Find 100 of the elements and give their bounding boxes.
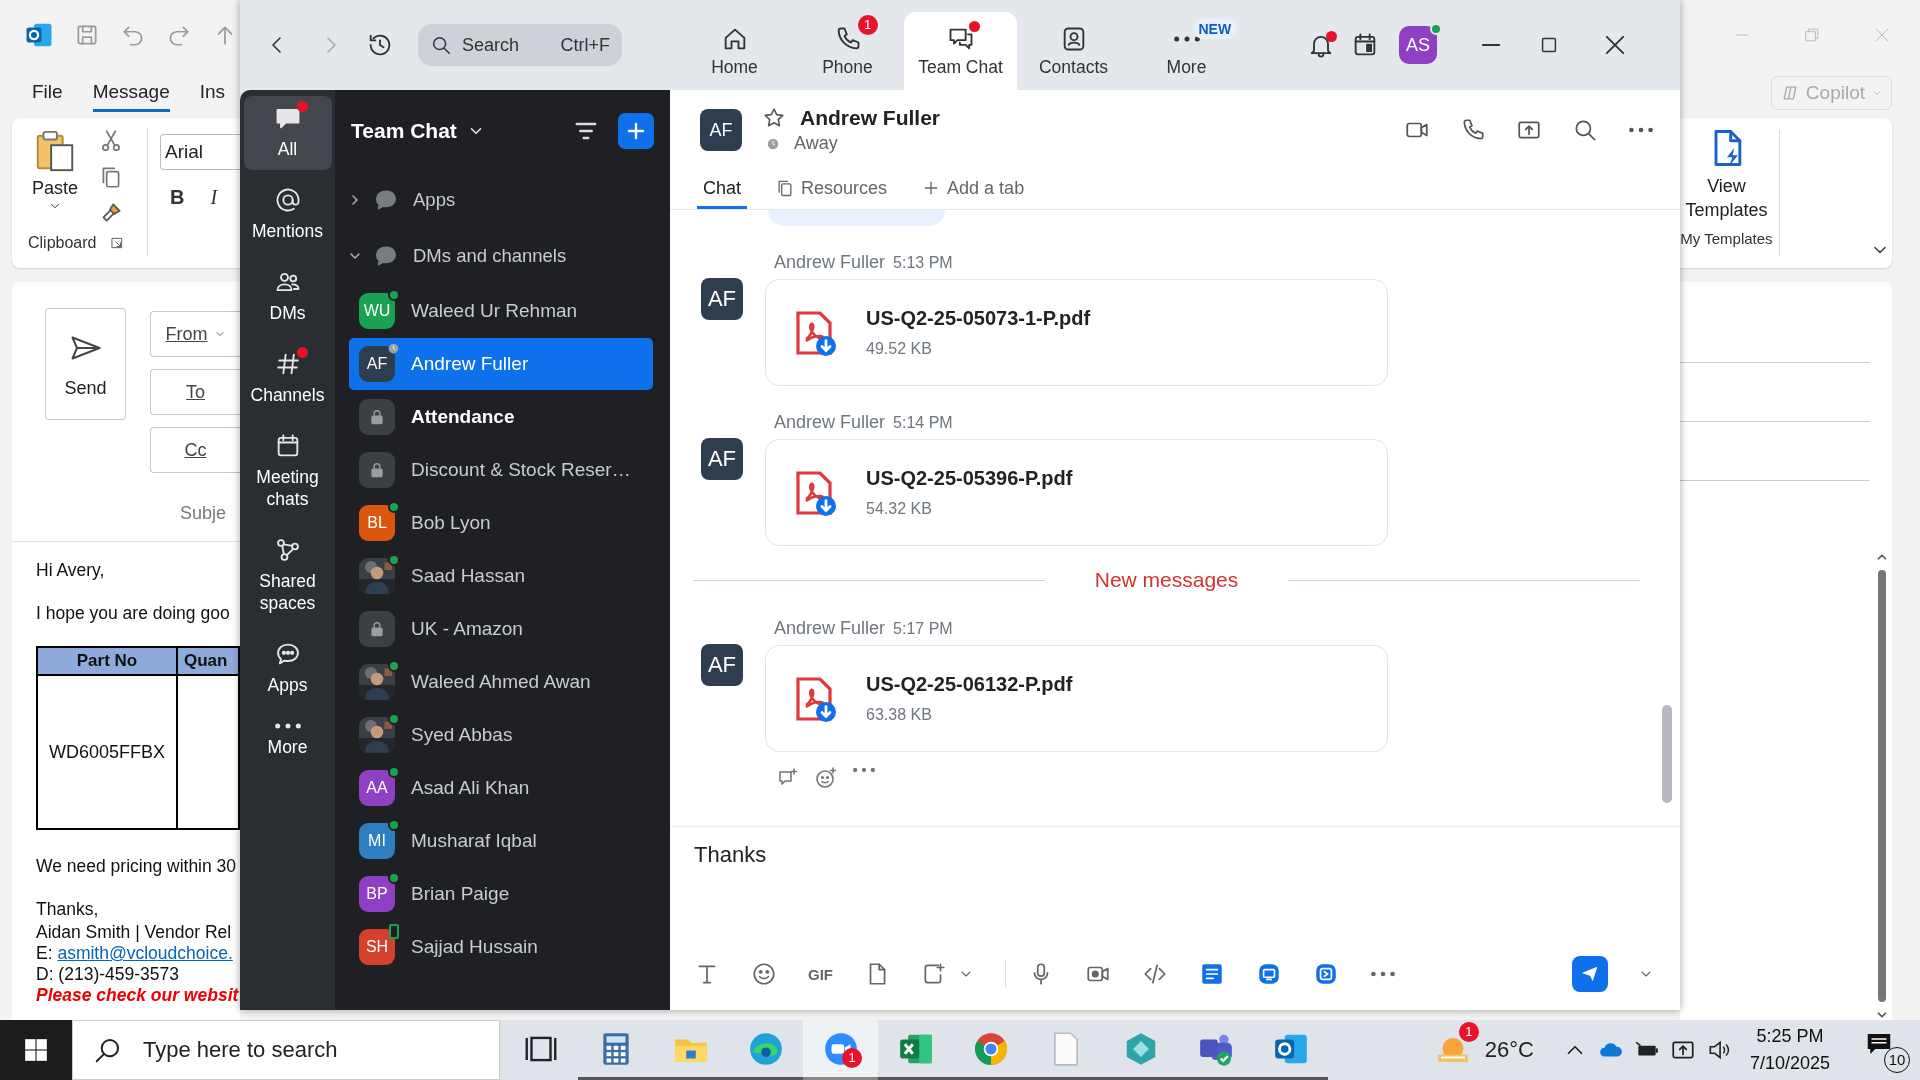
- screenshot-icon[interactable]: [921, 961, 947, 987]
- signature-line: E: asmith@vcloudchoice.: [36, 943, 234, 964]
- chat-list-item[interactable]: Discount & Stock Reser…: [349, 444, 653, 496]
- sidebar-item[interactable]: More: [243, 714, 332, 768]
- column-header: Part No: [37, 647, 177, 675]
- scrollbar-thumb[interactable]: [1662, 705, 1672, 803]
- body-text: I hope you are doing goo: [36, 603, 231, 624]
- avatar: BL: [359, 505, 395, 541]
- sidebar-item[interactable]: Mentions: [243, 178, 332, 252]
- add-reaction-icon[interactable]: [814, 766, 838, 790]
- more-icon[interactable]: [852, 766, 876, 774]
- file-name: US-Q2-25-05396-P.pdf: [866, 467, 1073, 490]
- body-text: Thanks,: [36, 899, 100, 920]
- sidebar-item[interactable]: Meeting chats: [243, 424, 332, 520]
- dialog-launcher-icon[interactable]: [110, 236, 125, 250]
- taskbar-app[interactable]: 1: [803, 1020, 878, 1080]
- file-size: 54.32 KB: [866, 500, 933, 518]
- search-icon[interactable]: [1572, 117, 1598, 143]
- video-clip-icon[interactable]: [1313, 961, 1339, 987]
- column-header: Quan: [177, 647, 239, 675]
- sidebar-item[interactable]: Apps: [243, 632, 332, 706]
- chat-list-item[interactable]: BP Brian Paige: [349, 868, 653, 920]
- send-button[interactable]: [1572, 956, 1608, 992]
- avatar: BP: [359, 876, 395, 912]
- start-button[interactable]: [0, 1020, 72, 1080]
- chat-list-item[interactable]: BL Bob Lyon: [349, 497, 653, 549]
- chat-list-item[interactable]: Saad Hassan: [349, 550, 653, 602]
- new-chat-button[interactable]: [618, 113, 654, 149]
- count-badge: 1: [1458, 1022, 1479, 1042]
- file-name: US-Q2-25-06132-P.pdf: [866, 673, 1073, 696]
- new-badge: NEW: [1192, 18, 1238, 39]
- ribbon-tab[interactable]: Ins: [199, 74, 226, 112]
- send-button[interactable]: Send: [45, 308, 126, 420]
- count-badge: 1: [842, 1048, 862, 1068]
- subject-label: Subje: [179, 502, 228, 524]
- italic-button[interactable]: I: [210, 186, 218, 209]
- email-link[interactable]: asmith@vcloudchoice.: [57, 943, 233, 963]
- avatar: MI: [359, 823, 395, 859]
- message-input[interactable]: Thanks: [694, 827, 1654, 883]
- save-icon[interactable]: [74, 22, 100, 48]
- search-field[interactable]: Search Ctrl+F: [418, 24, 622, 66]
- sidebar-item[interactable]: All: [243, 96, 332, 170]
- contact-name: Andrew Fuller: [800, 106, 941, 130]
- more-icon[interactable]: [1370, 970, 1396, 978]
- search-field[interactable]: Type here to search: [72, 1020, 500, 1080]
- avatar: AA: [359, 770, 395, 806]
- chat-list-item[interactable]: Syed Abbas: [349, 709, 653, 761]
- section-header[interactable]: Apps: [335, 172, 670, 228]
- paste-button[interactable]: Paste: [28, 128, 82, 226]
- chat-list-item[interactable]: Attendance: [349, 391, 653, 443]
- timestamp: 5:13 PM: [893, 254, 953, 272]
- nav-tab[interactable]: NEW More: [1130, 12, 1243, 90]
- view-templates-button[interactable]: View Templates: [1680, 126, 1773, 222]
- bold-button[interactable]: B: [170, 186, 185, 209]
- nav-tab[interactable]: Home: [678, 12, 791, 90]
- nav-tab[interactable]: 1 Phone: [791, 12, 904, 90]
- emoji-icon[interactable]: [751, 961, 777, 987]
- chat-tab[interactable]: Resources: [769, 170, 894, 209]
- sender-name: Andrew Fuller: [774, 412, 886, 433]
- chat-tab[interactable]: Chat: [697, 170, 748, 209]
- avatar: AF: [700, 109, 742, 151]
- ribbon-tab[interactable]: Message: [92, 74, 170, 112]
- avatar: AF: [701, 644, 743, 686]
- star-icon[interactable]: [762, 106, 786, 130]
- group-label: Clipboard: [28, 234, 97, 252]
- sidebar-item[interactable]: DMs: [243, 260, 332, 334]
- sidebar-item[interactable]: Channels: [243, 342, 332, 416]
- section-header[interactable]: DMs and channels: [335, 228, 670, 284]
- ribbon-tab[interactable]: File: [32, 74, 63, 112]
- body-text: Hi Avery,: [36, 560, 106, 581]
- away-status-icon: [766, 136, 780, 151]
- chat-list-item[interactable]: MI Musharaf Iqbal: [349, 815, 653, 867]
- avatar: WU: [359, 293, 395, 329]
- avatar: AF: [701, 438, 743, 480]
- chat-list-item[interactable]: UK - Amazon: [349, 603, 653, 655]
- file-card[interactable]: US-Q2-25-06132-P.pdf 63.38 KB: [765, 645, 1388, 752]
- chat-list-item[interactable]: WU Waleed Ur Rehman: [349, 285, 653, 337]
- gif-button[interactable]: GIF: [808, 965, 833, 983]
- document-icon[interactable]: [1199, 961, 1225, 987]
- chat-list-item[interactable]: SH Sajjad Hussain: [349, 921, 653, 973]
- clock[interactable]: 5:25 PM 7/10/2025: [1749, 1023, 1830, 1077]
- body-text: We need pricing within 30: [36, 856, 238, 877]
- nav-tab[interactable]: Contacts: [1017, 12, 1130, 90]
- file-card[interactable]: US-Q2-25-05396-P.pdf 54.32 KB: [765, 439, 1388, 546]
- profile-avatar[interactable]: AS: [1399, 26, 1437, 64]
- file-size: 63.38 KB: [866, 706, 933, 724]
- chat-tab[interactable]: Add a tab: [915, 170, 1031, 209]
- group-label: My Templates: [1680, 230, 1773, 247]
- chat-list-item[interactable]: AA Asad Ali Khan: [349, 762, 653, 814]
- panel-title[interactable]: Team Chat: [351, 119, 572, 143]
- chat-list-item[interactable]: Waleed Ahmed Awan: [349, 656, 653, 708]
- file-card[interactable]: US-Q2-25-05073-1-P.pdf 49.52 KB: [765, 279, 1388, 386]
- whiteboard-icon[interactable]: [1256, 961, 1282, 987]
- nav-tab[interactable]: Team Chat: [904, 12, 1017, 90]
- sidebar-item[interactable]: Shared spaces: [243, 528, 332, 624]
- chat-list-item[interactable]: AF Andrew Fuller: [349, 338, 653, 390]
- phone-icon[interactable]: [1460, 117, 1486, 143]
- more-icon[interactable]: [1628, 126, 1654, 134]
- weather-widget[interactable]: 1 26°C: [1434, 1020, 1534, 1080]
- sender-name: Andrew Fuller: [774, 252, 886, 273]
